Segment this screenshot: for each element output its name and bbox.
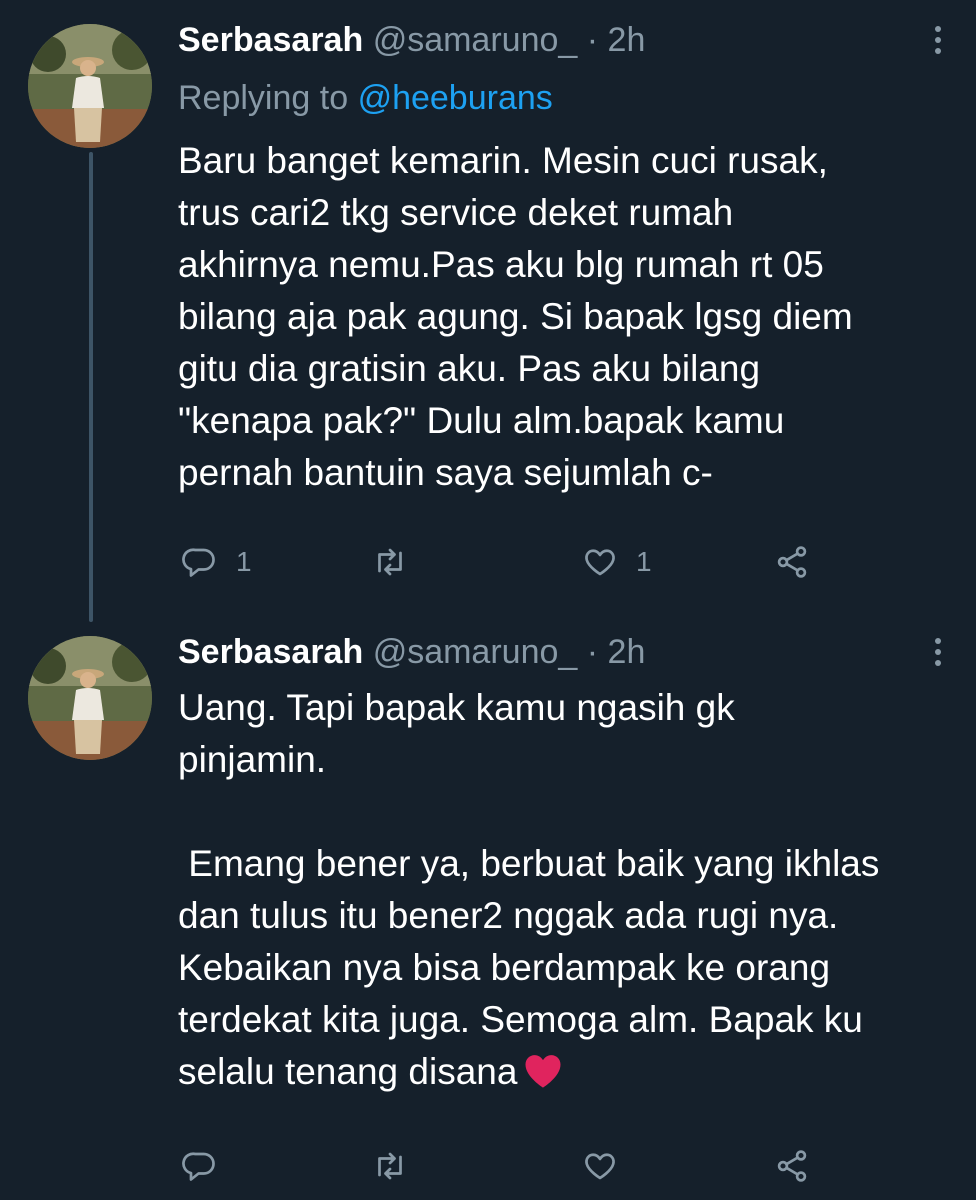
tweet-actions — [178, 1144, 954, 1188]
more-vertical-icon[interactable] — [932, 638, 944, 672]
tweet-header: Serbasarah @samaruno_ · 2h — [178, 632, 954, 672]
retweet-button[interactable] — [372, 540, 426, 584]
retweet-icon — [378, 548, 402, 576]
reply-icon — [182, 548, 215, 577]
like-button[interactable]: 1 — [582, 540, 652, 584]
avatar-image — [28, 636, 152, 760]
reply-button[interactable]: 1 — [182, 540, 252, 584]
tweet-time[interactable]: 2h — [608, 21, 646, 59]
tweet-actions: 1 1 — [178, 540, 954, 584]
share-button[interactable] — [774, 540, 810, 584]
tweet-text-content: Uang. Tapi bapak kamu ngasih gk pinjamin… — [178, 687, 880, 1092]
tweet[interactable]: Serbasarah @samaruno_ · 2h Replying to @… — [0, 0, 976, 620]
replying-to: Replying to @heeburans — [178, 78, 553, 118]
author-name[interactable]: Serbasarah — [178, 633, 363, 671]
share-icon — [777, 546, 807, 578]
retweet-icon — [378, 1152, 402, 1180]
avatar[interactable] — [28, 24, 152, 148]
mention-link[interactable]: @heeburans — [358, 79, 553, 117]
tweet-text: Uang. Tapi bapak kamu ngasih gk pinjamin… — [178, 682, 954, 1098]
tweet[interactable]: Serbasarah @samaruno_ · 2h Uang. Tapi ba… — [0, 620, 976, 1200]
share-button[interactable] — [774, 1144, 810, 1188]
like-button[interactable] — [582, 1144, 636, 1188]
tweet-header: Serbasarah @samaruno_ · 2h — [178, 20, 954, 60]
tweet-text: Baru banget kemarin. Mesin cuci rusak, t… — [178, 140, 853, 493]
tweet-time[interactable]: 2h — [608, 633, 646, 671]
author-name[interactable]: Serbasarah — [178, 21, 363, 59]
red-heart-emoji — [525, 1055, 561, 1088]
retweet-button[interactable] — [372, 1144, 426, 1188]
more-vertical-icon[interactable] — [932, 26, 944, 60]
like-count: 1 — [636, 546, 652, 577]
avatar-image — [28, 24, 152, 148]
author-handle[interactable]: @samaruno_ — [373, 21, 578, 59]
separator-dot: · — [586, 633, 599, 671]
reply-count: 1 — [236, 546, 252, 577]
separator-dot: · — [586, 21, 599, 59]
author-handle[interactable]: @samaruno_ — [373, 633, 578, 671]
reply-icon — [182, 1152, 215, 1181]
replying-to-label: Replying to — [178, 79, 349, 117]
reply-button[interactable] — [182, 1144, 236, 1188]
like-icon — [585, 549, 615, 576]
like-icon — [585, 1153, 615, 1180]
avatar[interactable] — [28, 636, 152, 760]
share-icon — [777, 1150, 807, 1182]
